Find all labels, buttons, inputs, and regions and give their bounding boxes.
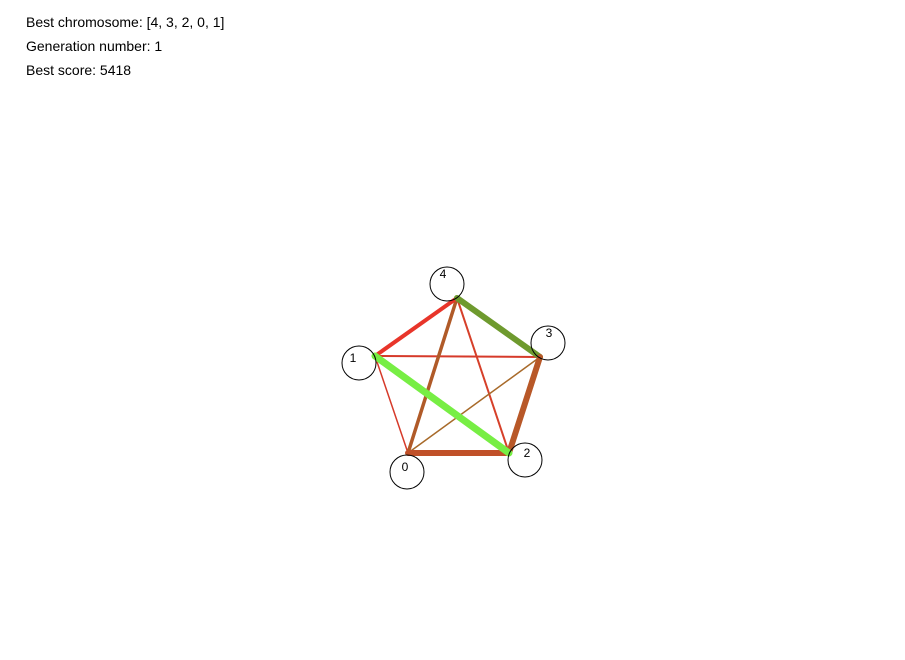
edge-0-4	[406, 296, 459, 455]
edge-3-2	[506, 354, 543, 456]
edge-0-3	[407, 356, 541, 454]
node-label-4: 4	[440, 267, 447, 281]
node-circle-1	[341, 345, 377, 381]
node-label-0: 0	[402, 460, 409, 474]
edge-1-2	[371, 352, 513, 457]
edge-4-3	[454, 295, 543, 360]
node-label-3: 3	[546, 326, 553, 340]
node-circle-4	[429, 266, 465, 302]
edge-4-2	[456, 297, 510, 454]
edge-1-4	[373, 296, 459, 358]
node-label-1: 1	[350, 351, 357, 365]
node-label-2: 2	[524, 446, 531, 460]
edges-layer	[371, 295, 543, 457]
graph-canvas: 0 1 2 3 4	[341, 266, 566, 490]
edge-1-3	[374, 355, 541, 358]
